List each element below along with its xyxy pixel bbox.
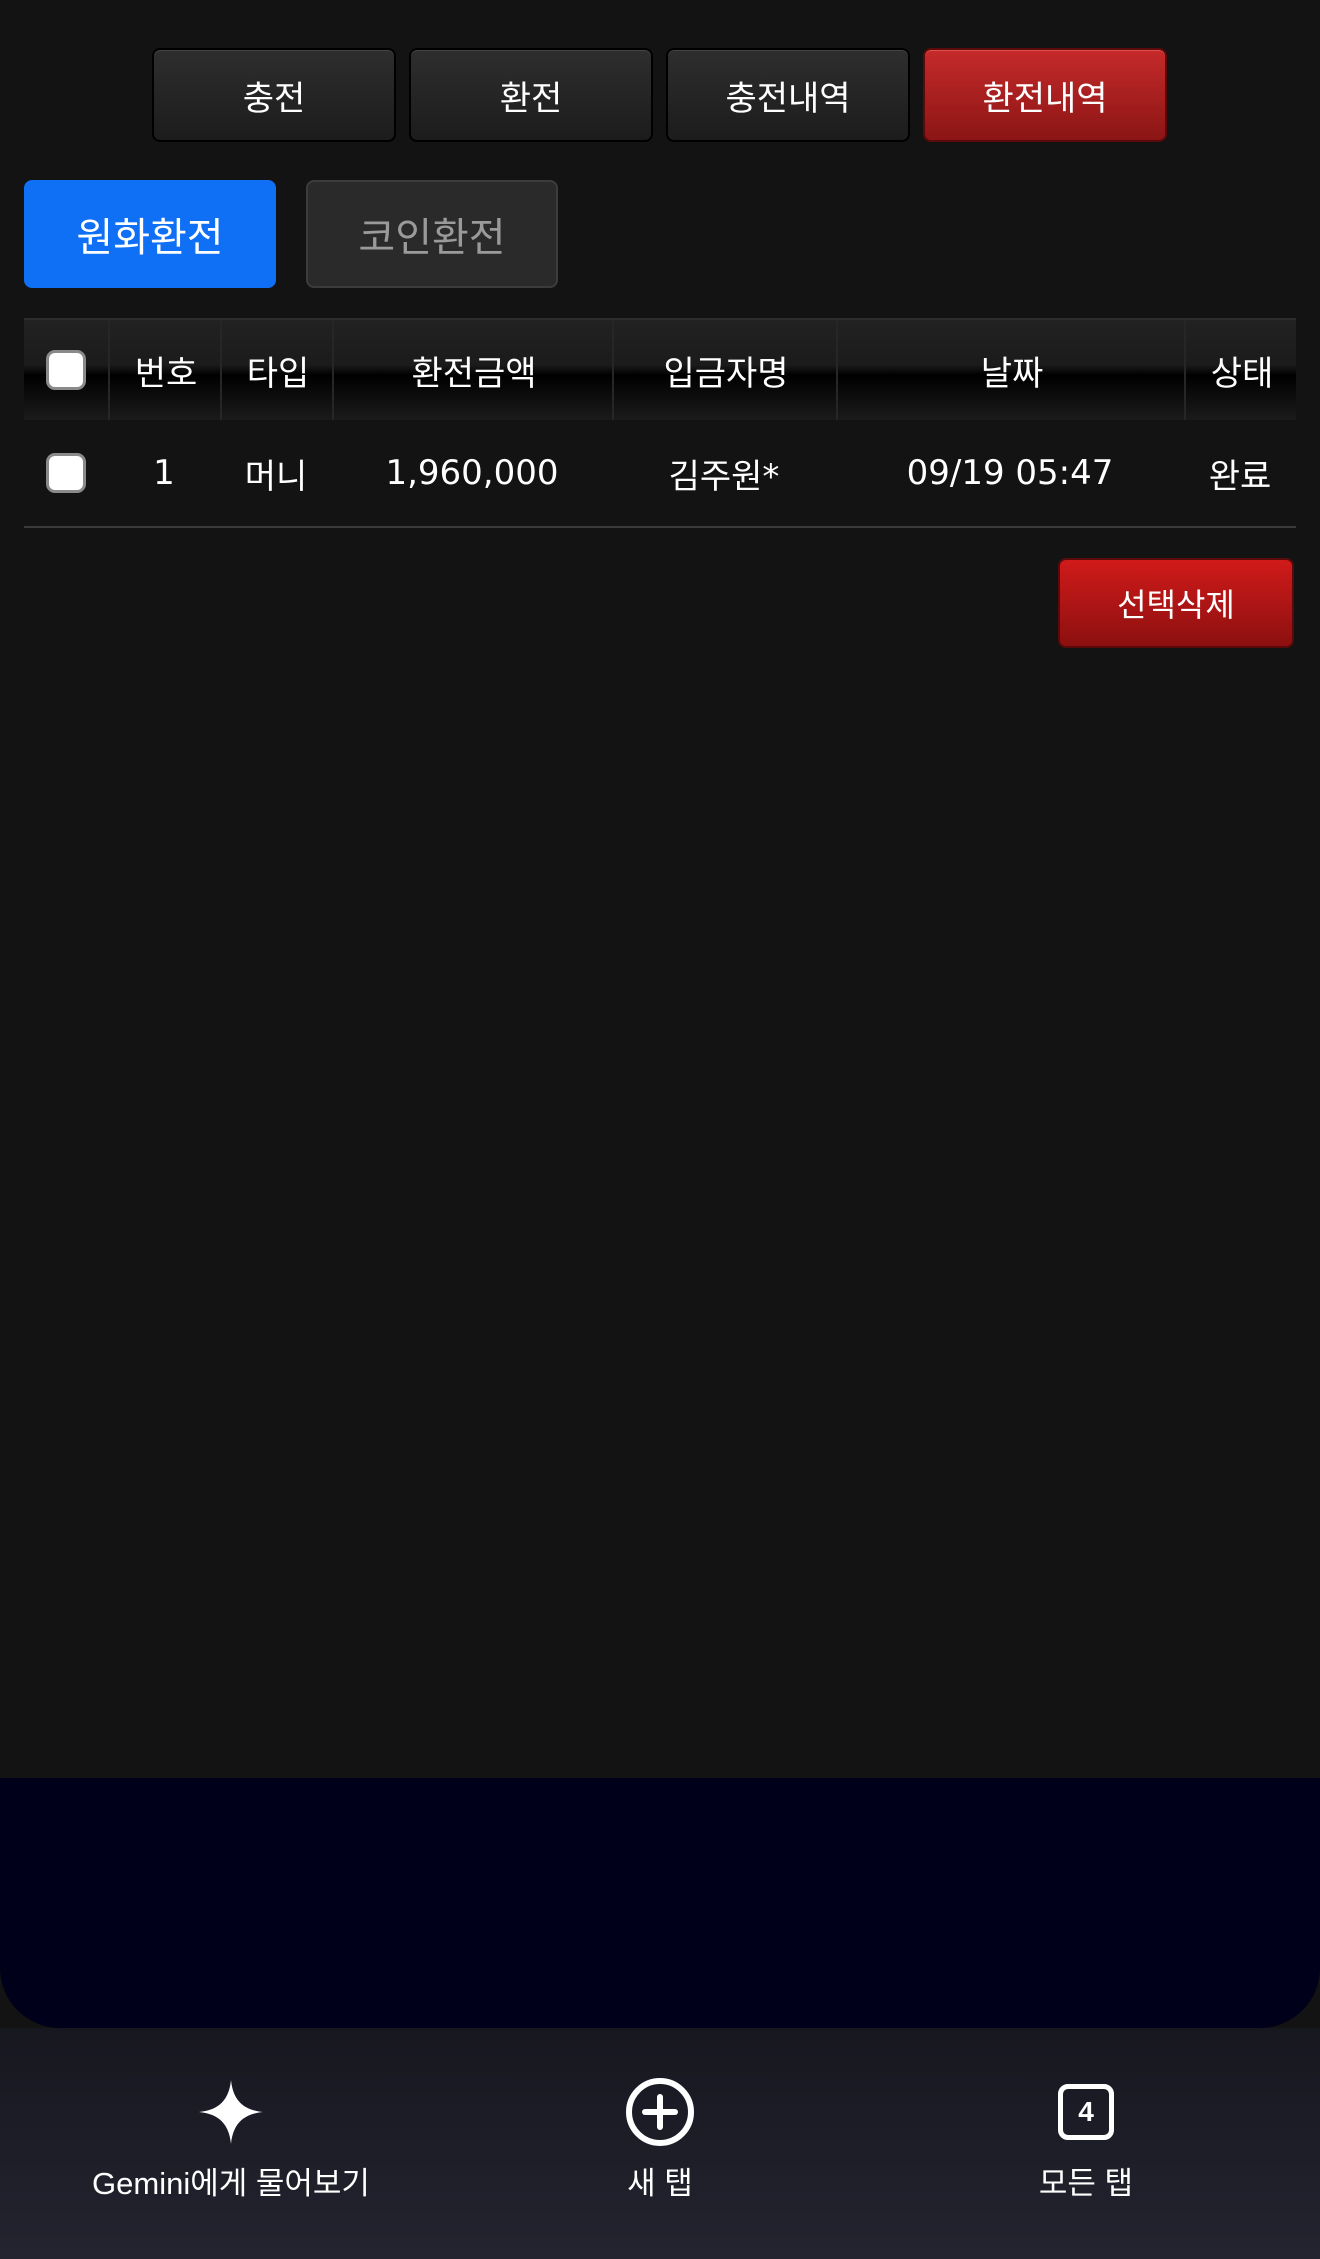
tab-count-icon: 4 xyxy=(1058,2076,1114,2148)
all-tabs-label: 모든 탭 xyxy=(1038,2166,1134,2201)
table-header: 번호 타입 환전금액 입금자명 날짜 상태 xyxy=(24,318,1296,420)
header-status: 상태 xyxy=(1184,320,1298,420)
tab-exchange-history[interactable]: 환전내역 xyxy=(923,48,1167,142)
all-tabs-button[interactable]: 4 모든 탭 xyxy=(986,2076,1186,2203)
exchange-history-table: 번호 타입 환전금액 입금자명 날짜 상태 1 머니 1,960,000 김주원… xyxy=(24,318,1296,528)
tab-charge[interactable]: 충전 xyxy=(152,48,396,142)
cell-depositor: 김주원* xyxy=(668,456,780,497)
footer-area xyxy=(0,1778,1320,2028)
plus-circle-icon xyxy=(625,2076,695,2148)
table-row: 1 머니 1,960,000 김주원* 09/19 05:47 완료 xyxy=(24,420,1296,528)
new-tab-button[interactable]: 새 탭 xyxy=(560,2076,760,2203)
subtab-coin-exchange[interactable]: 코인환전 xyxy=(306,180,558,288)
header-select-all xyxy=(24,320,108,420)
gemini-sparkle-icon xyxy=(197,2076,265,2148)
header-amount: 환전금액 xyxy=(332,320,614,420)
tab-charge-history[interactable]: 충전내역 xyxy=(666,48,910,142)
ask-gemini-label: Gemini에게 물어보기 xyxy=(92,2166,370,2201)
cell-no: 1 xyxy=(153,453,175,493)
cell-type: 머니 xyxy=(244,456,308,497)
row-select-cell xyxy=(24,420,108,526)
ask-gemini-button[interactable]: Gemini에게 물어보기 xyxy=(86,2076,376,2203)
browser-bottom-bar: Gemini에게 물어보기 새 탭 4 모든 탭 xyxy=(0,2028,1320,2259)
header-date: 날짜 xyxy=(836,320,1186,420)
delete-selected-button[interactable]: 선택삭제 xyxy=(1058,558,1294,648)
cell-amount: 1,960,000 xyxy=(385,453,559,493)
new-tab-label: 새 탭 xyxy=(627,2166,693,2201)
header-no: 번호 xyxy=(108,320,222,420)
header-type: 타입 xyxy=(220,320,334,420)
cell-status: 완료 xyxy=(1208,456,1272,497)
tab-exchange[interactable]: 환전 xyxy=(409,48,653,142)
row-checkbox[interactable] xyxy=(46,453,86,493)
select-all-checkbox[interactable] xyxy=(46,350,86,390)
header-depositor: 입금자명 xyxy=(612,320,838,420)
exchange-history-page: 충전 환전 충전내역 환전내역 원화환전 코인환전 번호 타입 환전금액 입금자… xyxy=(0,0,1320,2259)
tab-count: 4 xyxy=(1058,2084,1114,2140)
cell-date: 09/19 05:47 xyxy=(906,453,1114,493)
subtab-krw-exchange[interactable]: 원화환전 xyxy=(24,180,276,288)
top-tab-bar: 충전 환전 충전내역 환전내역 xyxy=(152,48,1168,144)
